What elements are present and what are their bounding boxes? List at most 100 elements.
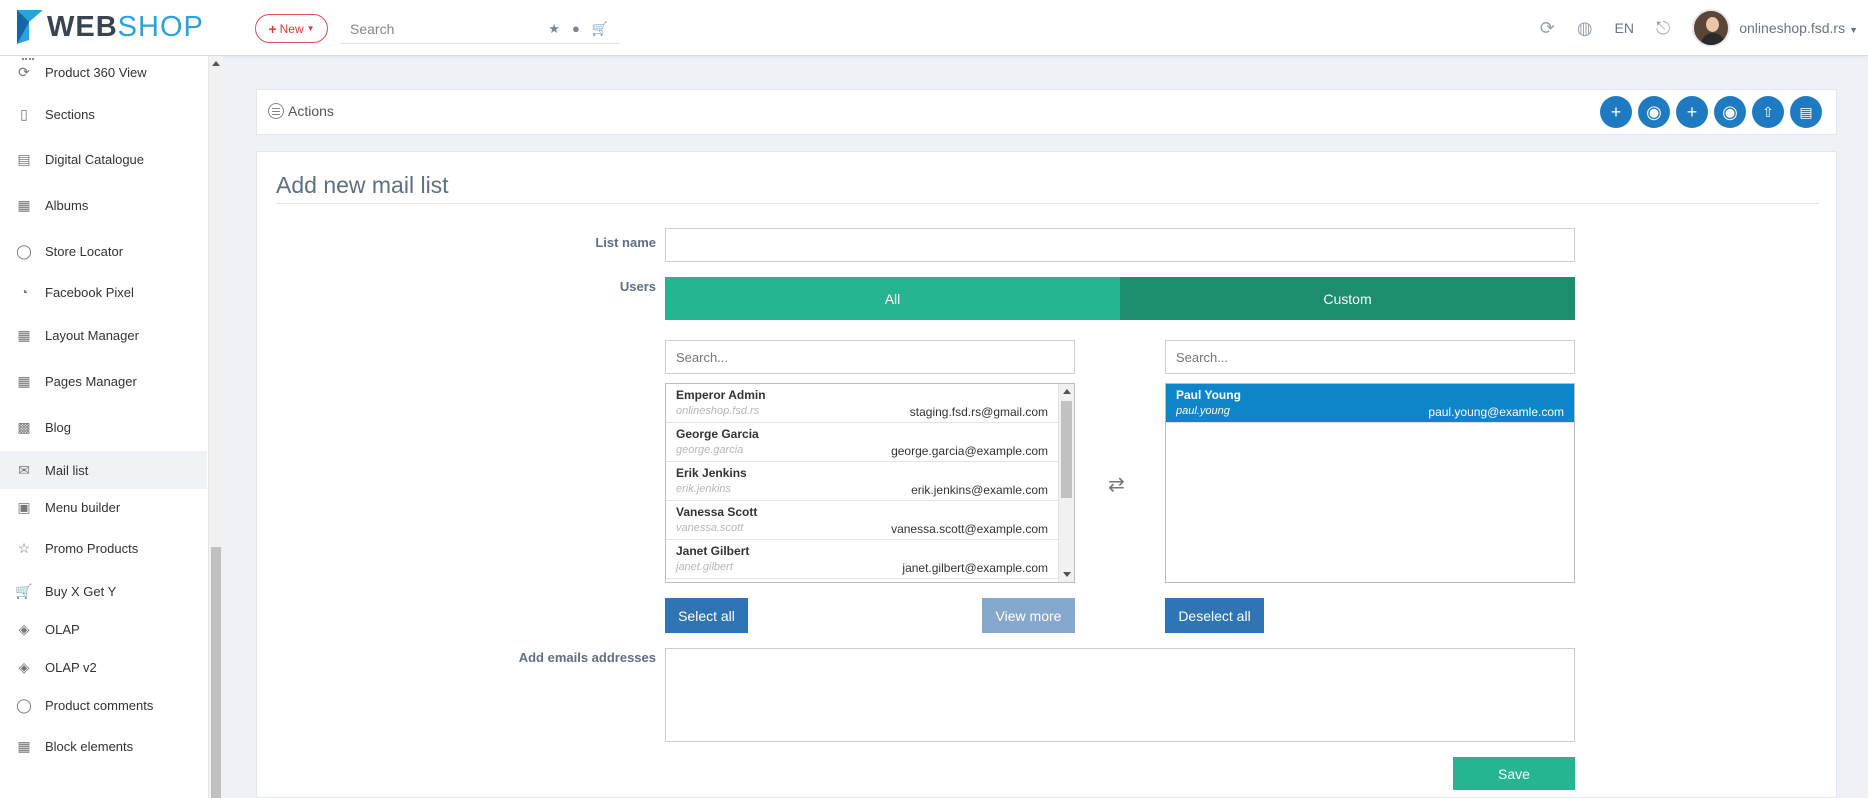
sidebar-item-store-locator[interactable]: ◯ Store Locator xyxy=(0,232,207,270)
logo-mark-icon xyxy=(17,10,43,44)
actions-label: Actions xyxy=(288,103,334,119)
language-switch[interactable]: EN xyxy=(1615,20,1634,36)
logo-web-text: WEB xyxy=(47,10,118,43)
user-name: Janet Gilbert xyxy=(676,544,750,558)
import-button[interactable]: ▤ xyxy=(1790,96,1822,128)
account-name: onlineshop.fsd.rs xyxy=(1739,20,1846,36)
sidebar-item-block-elements[interactable]: ▦ Block elements xyxy=(0,727,207,765)
envelope-icon: ✉ xyxy=(18,461,30,478)
title-divider xyxy=(276,203,1819,204)
scroll-down-arrow-icon[interactable] xyxy=(1063,572,1071,577)
sidebar-item-layout-manager[interactable]: ▦ Layout Manager xyxy=(0,316,207,354)
sidebar-item-label: Product comments xyxy=(45,697,154,713)
header-search-input[interactable]: Search xyxy=(350,21,548,37)
user-icon[interactable]: ● xyxy=(572,21,580,36)
layers-icon: ◈ xyxy=(18,620,30,637)
transfer-arrows-icon[interactable]: ⇄ xyxy=(1108,472,1125,497)
select-all-button[interactable]: Select all xyxy=(665,598,748,633)
sidebar-item-label: OLAP xyxy=(45,621,80,637)
user-list-row[interactable]: Emperor Admin onlineshop.fsd.rs staging.fs… xyxy=(666,384,1058,423)
sidebar-item-buy-x-get-y[interactable]: 🛒 Buy X Get Y xyxy=(0,572,207,610)
available-users-search[interactable]: Search... xyxy=(665,340,1075,374)
layout-icon: ▦ xyxy=(17,737,31,754)
preview-button[interactable]: ◉ xyxy=(1638,96,1670,128)
new-button[interactable]: + New ▼ xyxy=(255,14,328,43)
user-username: onlineshop.fsd.rs xyxy=(676,405,760,417)
sidebar-item-pages-manager[interactable]: ▦ Pages Manager xyxy=(0,362,207,400)
upload-icon: ⇧ xyxy=(1762,103,1774,120)
sidebar-item-sections[interactable]: ▯ Sections xyxy=(0,95,207,133)
sidebar-item-product-360-view[interactable]: ⟳ Product 360 View xyxy=(0,56,207,91)
sidebar-item-menu-builder[interactable]: ▣ Menu builder xyxy=(0,488,207,526)
sidebar-item-blog[interactable]: ▩ Blog xyxy=(0,408,207,446)
users-list-scrollbar[interactable] xyxy=(1058,384,1074,582)
chevron-down-icon: ▼ xyxy=(306,24,315,33)
sidebar-item-label: Pages Manager xyxy=(45,373,137,389)
user-list-row[interactable]: Paul Young paul.young paul.young@examle.co… xyxy=(1166,384,1574,423)
sidebar-item-olap[interactable]: ◈ OLAP xyxy=(0,610,207,648)
list-name-input[interactable] xyxy=(665,228,1575,262)
export-button[interactable]: ⇧ xyxy=(1752,96,1784,128)
sidebar-item-mail-list[interactable]: ✉ Mail list xyxy=(0,451,207,489)
sidebar-item-olap-v2[interactable]: ◈ OLAP v2 xyxy=(0,648,207,686)
tab-all[interactable]: All xyxy=(665,277,1120,320)
bell-icon[interactable]: ⎋ xyxy=(1656,18,1670,39)
user-email: vanessa.scott@example.com xyxy=(891,522,1048,536)
save-button[interactable]: Save xyxy=(1453,757,1575,790)
sidebar-item-label: Facebook Pixel xyxy=(45,284,134,300)
sidebar-item-label: Buy X Get Y xyxy=(45,583,117,599)
actions-bar: Actions + ◉ + ◉ ⇧ ▤ xyxy=(256,89,1837,135)
tab-custom[interactable]: Custom xyxy=(1120,277,1575,320)
header-search[interactable]: Search ★ ● 🛒 xyxy=(340,14,620,44)
sidebar-item-product-comments[interactable]: ◯ Product comments xyxy=(0,686,207,724)
actions-menu[interactable]: Actions xyxy=(268,103,334,119)
globe-icon[interactable]: ◍ xyxy=(1577,18,1593,39)
view-more-button[interactable]: View more xyxy=(982,598,1075,633)
scroll-up-arrow-icon[interactable] xyxy=(212,61,220,66)
logo-shop-text: SHOP xyxy=(117,10,204,43)
scroll-up-arrow-icon[interactable] xyxy=(1063,389,1071,394)
user-list-row[interactable]: Janet Gilbert janet.gilbert janet.gilbert@… xyxy=(666,540,1058,579)
user-list-row[interactable]: Vanessa Scott vanessa.scott vanessa.scott@… xyxy=(666,501,1058,540)
page-title: Add new mail list xyxy=(276,172,449,198)
sidebar: ⟳ Product 360 View ▯ Sections ▤ Digital Catal… xyxy=(0,56,209,798)
new-button-label: New xyxy=(279,21,304,36)
sidebar-item-albums[interactable]: ▦ Albums xyxy=(0,186,207,224)
sidebar-item-digital-catalogue[interactable]: ▤ Digital Catalogue xyxy=(0,140,207,178)
emails-label: Add emails addresses xyxy=(518,650,656,665)
list-icon xyxy=(268,103,284,119)
account-menu[interactable]: onlineshop.fsd.rs ▼ xyxy=(1739,20,1858,36)
user-name: Emperor Admin xyxy=(676,388,766,402)
sidebar-item-label: Product 360 View xyxy=(45,64,147,80)
user-email: paul.young@examle.com xyxy=(1428,405,1564,419)
sidebar-item-label: Sections xyxy=(45,106,95,122)
deselect-all-button[interactable]: Deselect all xyxy=(1165,598,1264,633)
user-list-row[interactable]: Erik Jenkins erik.jenkins erik.jenkins@exa… xyxy=(666,462,1058,501)
avatar[interactable] xyxy=(1692,9,1731,47)
sidebar-item-label: OLAP v2 xyxy=(45,659,97,675)
user-name: Paul Young xyxy=(1176,388,1241,402)
blog-icon: ▩ xyxy=(17,418,31,435)
selected-users-search[interactable]: Search... xyxy=(1165,340,1575,374)
emails-textarea[interactable] xyxy=(665,648,1575,742)
refresh-icon[interactable]: ⟳ xyxy=(1540,18,1555,39)
cart-icon: 🛒 xyxy=(15,582,33,599)
sidebar-scroll-thumb[interactable] xyxy=(211,547,221,798)
user-list-row[interactable]: George Garcia george.garcia george.garcia@… xyxy=(666,423,1058,462)
add-button[interactable]: + xyxy=(1676,96,1708,128)
preview-button[interactable]: ◉ xyxy=(1714,96,1746,128)
folder-icon: ▤ xyxy=(1799,103,1813,120)
add-button[interactable]: + xyxy=(1600,96,1632,128)
cart-icon[interactable]: 🛒 xyxy=(592,21,608,37)
users-list-scroll-thumb[interactable] xyxy=(1061,401,1072,498)
selected-users-list[interactable]: Paul Young paul.young paul.young@examle.co… xyxy=(1165,383,1575,583)
available-users-list[interactable]: Emperor Admin onlineshop.fsd.rs staging.fs… xyxy=(665,383,1075,583)
star-icon[interactable]: ★ xyxy=(548,21,560,37)
sidebar-item-promo-products[interactable]: ☆ Promo Products xyxy=(0,529,207,567)
plus-icon: + xyxy=(268,20,277,37)
sidebar-item-label: Albums xyxy=(45,197,89,213)
user-username: paul.young xyxy=(1176,405,1230,417)
sidebar-scrollbar[interactable] xyxy=(208,56,223,798)
webshop-logo[interactable]: WEBSHOP xyxy=(17,9,204,45)
sidebar-item-facebook-pixel[interactable]: ◔ Facebook Pixel xyxy=(0,273,207,311)
